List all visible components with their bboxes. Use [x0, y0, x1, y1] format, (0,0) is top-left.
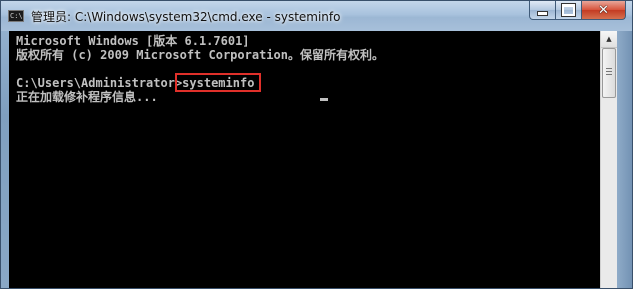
thumb-grip-icon	[606, 68, 612, 76]
window-controls: ✕	[529, 1, 626, 20]
cmd-icon[interactable]: C:\	[8, 10, 24, 22]
console-output[interactable]: Microsoft Windows [版本 6.1.7601] 版权所有 (c)…	[9, 31, 600, 288]
vertical-scrollbar[interactable]: ▲	[600, 31, 617, 288]
minimize-button[interactable]	[529, 1, 556, 20]
close-button[interactable]: ✕	[582, 1, 626, 20]
close-icon: ✕	[598, 2, 609, 18]
cmd-icon-text: C:\	[10, 12, 23, 20]
window-frame-right	[617, 31, 632, 288]
cmd-window: C:\ 管理员: C:\Windows\system32\cmd.exe - s…	[0, 0, 633, 289]
console-line-version: Microsoft Windows [版本 6.1.7601]	[16, 34, 250, 48]
command-highlight-box	[175, 73, 261, 92]
minimize-icon	[537, 10, 548, 16]
text-cursor	[320, 98, 328, 101]
scrollbar-thumb[interactable]	[602, 48, 616, 98]
maximize-button[interactable]	[556, 1, 582, 20]
console-line-loading: 正在加载修补程序信息...	[16, 90, 158, 104]
window-title: 管理员: C:\Windows\system32\cmd.exe - syste…	[31, 10, 341, 24]
scroll-up-arrow-icon[interactable]: ▲	[601, 31, 617, 48]
maximize-icon	[562, 4, 575, 16]
console-line-copyright: 版权所有 (c) 2009 Microsoft Corporation。保留所有…	[16, 48, 384, 62]
title-bar[interactable]: C:\ 管理员: C:\Windows\system32\cmd.exe - s…	[1, 1, 632, 31]
